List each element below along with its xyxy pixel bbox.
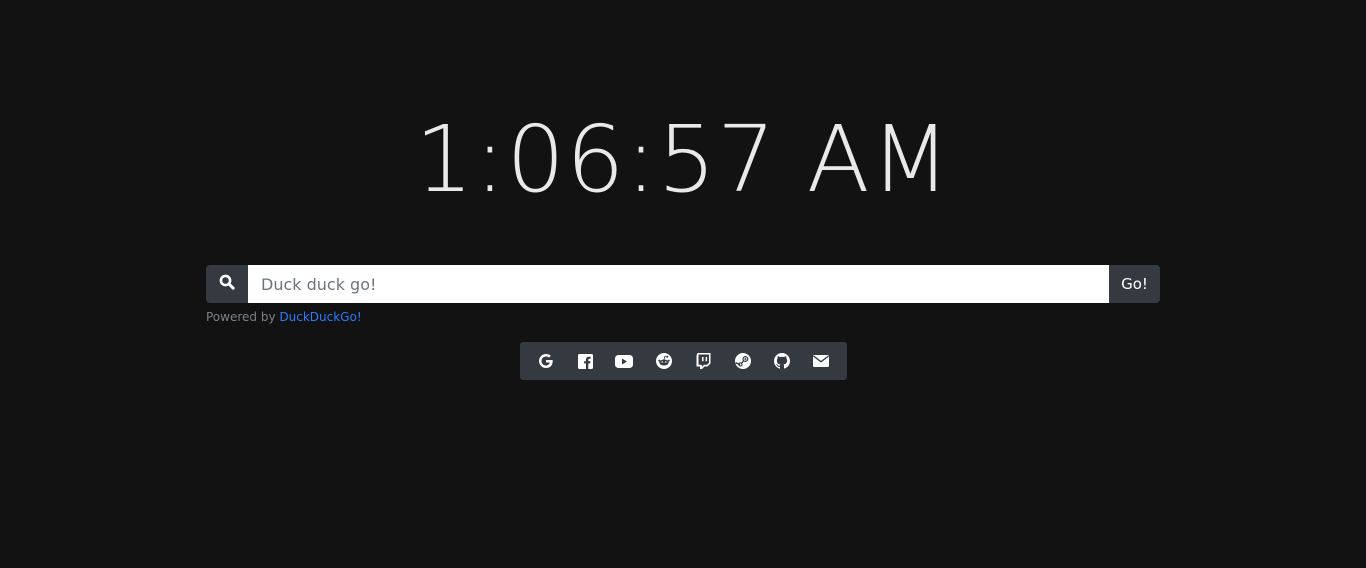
shortcut-email[interactable] bbox=[802, 342, 841, 380]
shortcut-google[interactable] bbox=[526, 342, 565, 380]
shortcut-twitch[interactable] bbox=[684, 342, 723, 380]
search-bar: Go! bbox=[206, 265, 1160, 303]
powered-by-text: Powered by DuckDuckGo! bbox=[206, 310, 362, 324]
search-input[interactable] bbox=[248, 265, 1109, 303]
shortcut-bar bbox=[520, 342, 847, 380]
shortcut-youtube[interactable] bbox=[605, 342, 644, 380]
shortcut-steam[interactable] bbox=[723, 342, 762, 380]
twitch-icon bbox=[696, 353, 711, 369]
facebook-icon bbox=[577, 353, 593, 369]
steam-icon bbox=[734, 353, 751, 369]
clock-display: 1:06:57 AM bbox=[414, 106, 952, 213]
duckduckgo-link[interactable]: DuckDuckGo! bbox=[279, 310, 361, 324]
powered-by-prefix: Powered by bbox=[206, 310, 276, 324]
shortcut-facebook[interactable] bbox=[565, 342, 604, 380]
envelope-icon bbox=[813, 355, 830, 367]
search-icon-box bbox=[206, 265, 248, 303]
reddit-icon bbox=[655, 353, 672, 369]
page: 1:06:57 AM Go! Powered by DuckDuckGo! bbox=[0, 0, 1366, 568]
github-icon bbox=[773, 353, 790, 369]
google-icon bbox=[538, 353, 554, 369]
go-button[interactable]: Go! bbox=[1109, 265, 1160, 303]
shortcut-github[interactable] bbox=[762, 342, 801, 380]
youtube-icon bbox=[615, 354, 634, 368]
shortcut-reddit[interactable] bbox=[644, 342, 683, 380]
search-icon bbox=[219, 274, 235, 295]
